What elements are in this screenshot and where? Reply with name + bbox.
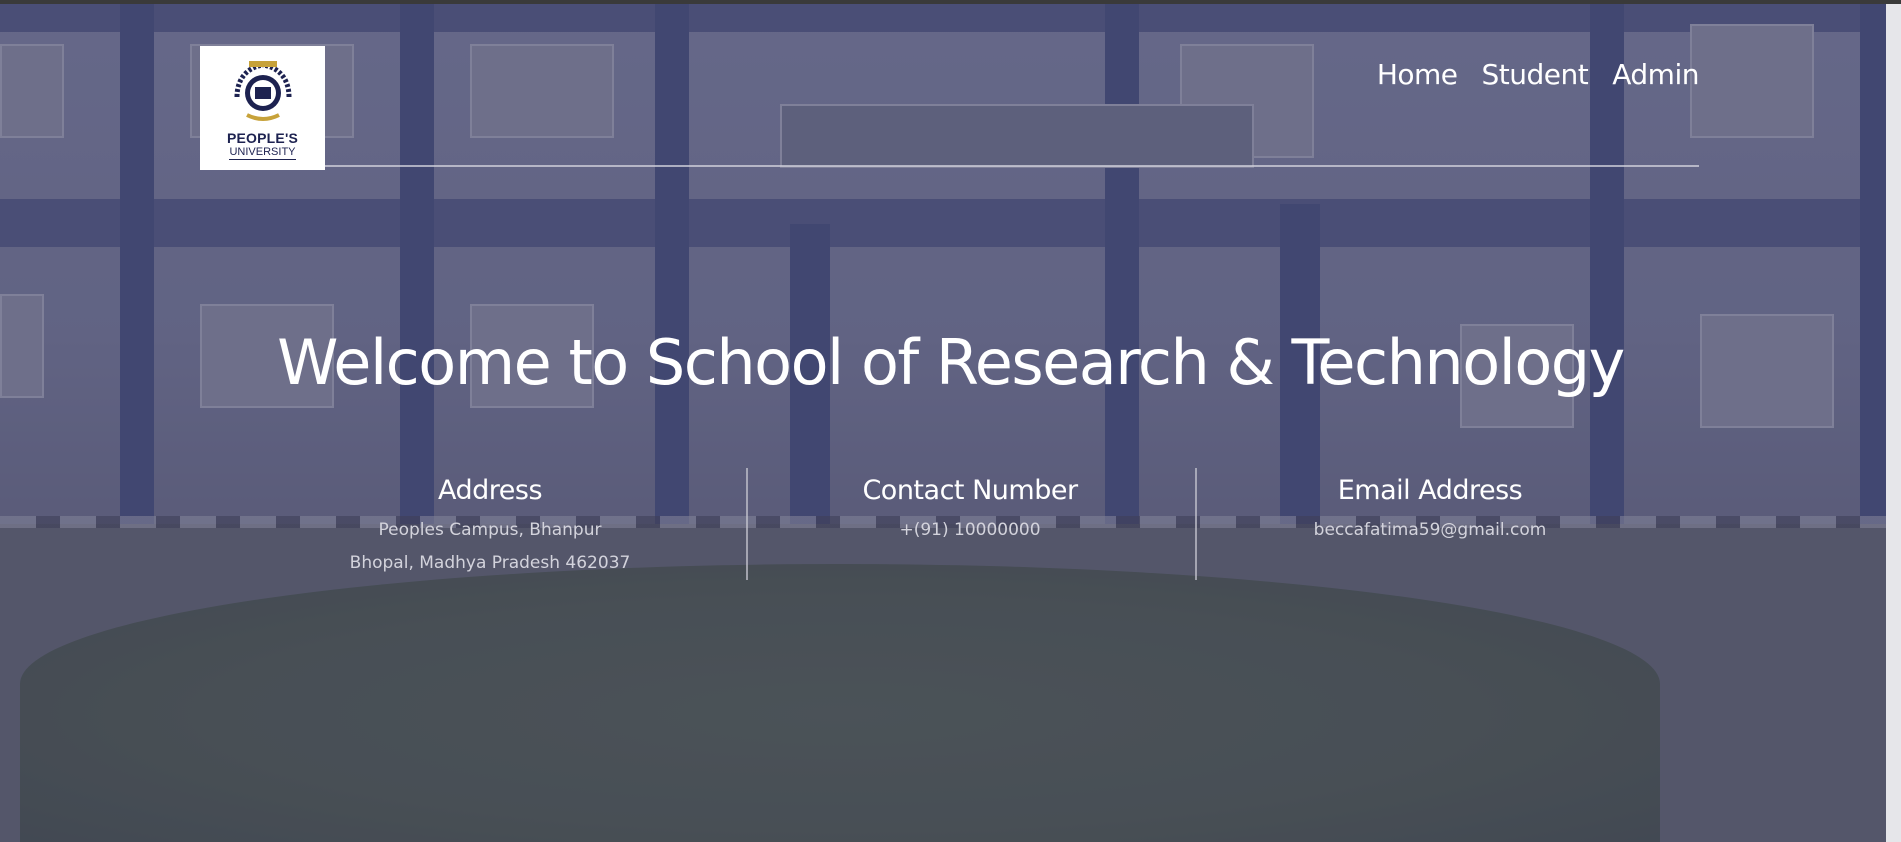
info-separator — [746, 468, 748, 580]
landing-page: PEOPLE'S UNIVERSITY Home Student Admin W… — [0, 0, 1901, 842]
contact-number: +(91) 10000000 — [899, 520, 1041, 540]
address-line-2: Bhopal, Madhya Pradesh 462037 — [349, 553, 631, 573]
header-divider — [325, 165, 1699, 167]
email-heading: Email Address — [1337, 475, 1523, 506]
email-address: beccafatima59@gmail.com — [1313, 520, 1547, 540]
hero-title: Welcome to School of Research & Technolo… — [277, 326, 1625, 399]
email-block: Email Address beccafatima59@gmail.com — [1270, 468, 1590, 547]
logo-subtitle: UNIVERSITY — [229, 145, 296, 160]
scrollbar-track[interactable] — [1886, 0, 1901, 842]
nav-home-link[interactable]: Home — [1377, 58, 1458, 91]
top-navigation: Home Student Admin — [1377, 58, 1700, 91]
contact-block: Contact Number +(91) 10000000 — [810, 468, 1130, 547]
address-line-1: Peoples Campus, Bhanpur — [378, 520, 602, 540]
contact-heading: Contact Number — [862, 475, 1078, 506]
university-crest-icon — [234, 60, 291, 121]
address-block: Address Peoples Campus, Bhanpur Bhopal, … — [330, 468, 650, 580]
info-separator — [1195, 468, 1197, 580]
nav-student-link[interactable]: Student — [1482, 58, 1589, 91]
logo-name: PEOPLE'S — [226, 129, 299, 146]
university-logo[interactable]: PEOPLE'S UNIVERSITY — [200, 46, 325, 170]
nav-admin-link[interactable]: Admin — [1612, 58, 1699, 91]
address-heading: Address — [437, 475, 543, 506]
browser-top-edge — [0, 0, 1901, 4]
